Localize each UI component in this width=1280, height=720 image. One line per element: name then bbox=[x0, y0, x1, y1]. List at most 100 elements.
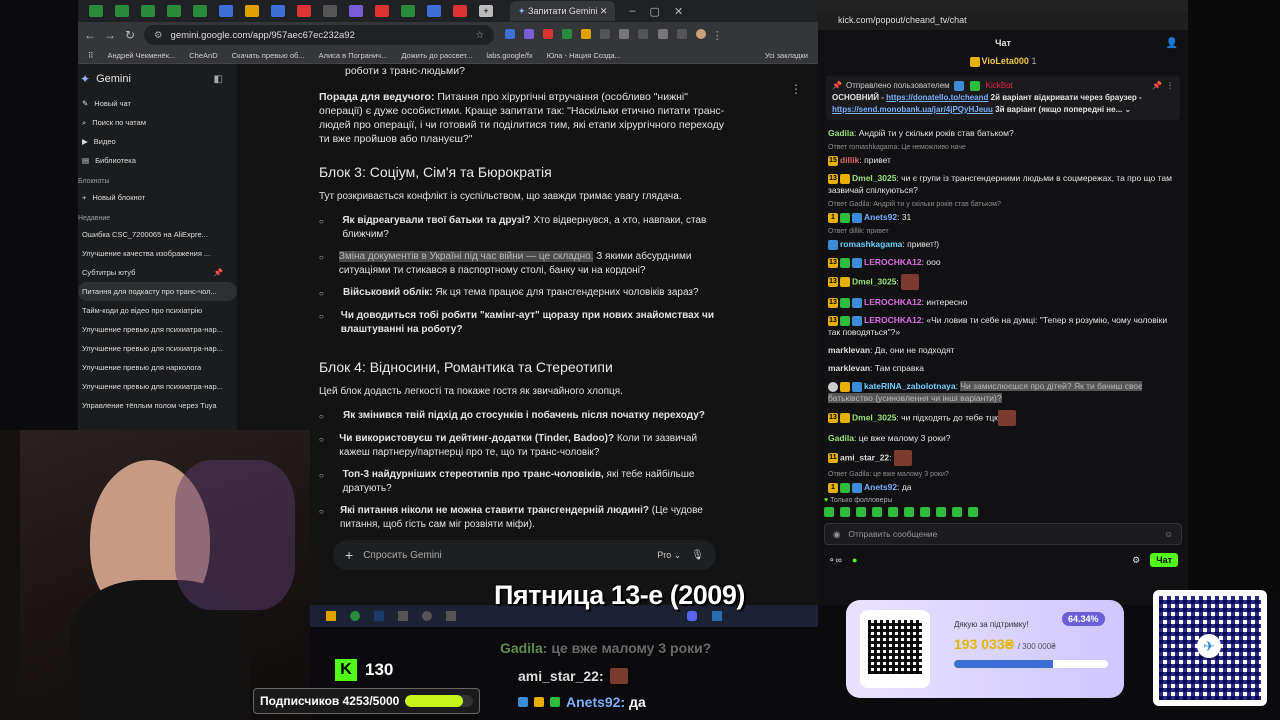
kick-icon[interactable]: ● bbox=[852, 555, 857, 565]
extension-icon[interactable] bbox=[638, 28, 649, 39]
expand-icon[interactable]: ⌄ bbox=[1125, 105, 1132, 114]
chat-username[interactable]: kateRINA_zabolotnaya bbox=[864, 381, 956, 391]
bookmark-star-icon[interactable]: ☆ bbox=[475, 30, 484, 41]
more-options-icon[interactable]: ⋮ bbox=[790, 82, 802, 96]
chat-username[interactable]: Dmel_3025 bbox=[852, 276, 896, 286]
monobank-link[interactable]: https://send.monobank.ua/jar/4jPQyHJeuu bbox=[832, 105, 993, 114]
extension-icon[interactable] bbox=[619, 28, 630, 39]
tab-icon[interactable] bbox=[297, 5, 311, 17]
apps-icon[interactable]: ⠿ bbox=[88, 51, 94, 60]
unpin-icon[interactable]: 📌 bbox=[1152, 80, 1162, 92]
extension-icon[interactable] bbox=[505, 28, 515, 39]
tab-icon[interactable] bbox=[245, 5, 259, 17]
tab-active[interactable]: ✦ Запитати Gemini ✕ bbox=[510, 1, 616, 21]
back-icon[interactable]: ← bbox=[84, 28, 96, 42]
recent-chat-item[interactable]: Улучшение качества изображения ... bbox=[78, 244, 237, 263]
app-icon[interactable] bbox=[446, 611, 456, 621]
recent-chat-item-active[interactable]: Питання для подкасту про транс-чол... bbox=[78, 282, 237, 301]
tab-icon[interactable] bbox=[193, 5, 207, 17]
chat-username[interactable]: Anets92 bbox=[864, 482, 897, 492]
tab-icon[interactable] bbox=[89, 5, 103, 17]
microphone-icon[interactable]: 🎙 bbox=[691, 550, 704, 561]
bookmark-item[interactable]: Юла - Нация Созда... bbox=[547, 51, 621, 60]
extension-icon[interactable] bbox=[562, 28, 573, 39]
avatar[interactable] bbox=[695, 28, 706, 39]
extension-icon[interactable] bbox=[524, 28, 535, 39]
tab-icon[interactable] bbox=[219, 5, 233, 17]
recent-chat-item[interactable]: Управление тёплым полом через Tuya bbox=[78, 396, 237, 415]
bookmark-item[interactable]: Дожить до рассвет... bbox=[401, 51, 472, 60]
recent-chat-item[interactable]: Улучшение превью для нарколога bbox=[78, 358, 237, 377]
reload-icon[interactable]: ↻ bbox=[124, 28, 136, 42]
photoshop-icon[interactable] bbox=[374, 611, 384, 621]
emote-icon[interactable] bbox=[920, 507, 930, 517]
reply-preview[interactable]: Ответ dillik: привет bbox=[818, 226, 1188, 235]
explorer-icon[interactable] bbox=[326, 611, 336, 621]
bookmark-item[interactable]: labs.google/fx bbox=[486, 51, 532, 60]
puzzle-icon[interactable] bbox=[657, 28, 668, 39]
menu-icon[interactable]: ⋮ bbox=[712, 30, 723, 42]
search-chats-button[interactable]: ⌕ Поиск по чатам bbox=[78, 113, 237, 132]
emote-icon[interactable] bbox=[888, 507, 898, 517]
chat-username[interactable]: LEROCHKA12 bbox=[864, 297, 922, 307]
library-button[interactable]: ▤ Библиотека bbox=[78, 151, 237, 170]
recent-chat-item[interactable]: Улучшение превью для психиатра-нар... bbox=[78, 339, 237, 358]
extension-icon[interactable] bbox=[543, 28, 554, 39]
chat-username[interactable]: ami_star_22 bbox=[840, 452, 889, 462]
maximize-icon[interactable]: ▢ bbox=[650, 5, 660, 18]
tab-icon[interactable] bbox=[427, 5, 441, 17]
video-button[interactable]: ▶ Видео bbox=[78, 132, 237, 151]
chat-username[interactable]: LEROCHKA12 bbox=[864, 257, 922, 267]
chat-username[interactable]: Dmel_3025 bbox=[852, 412, 896, 422]
chat-username[interactable]: Dmel_3025 bbox=[852, 173, 896, 183]
prompt-input[interactable]: + Спросить Gemini Pro ⌄ 🎙 bbox=[333, 540, 716, 570]
bookmark-item[interactable]: Андрей Чекменёк... bbox=[108, 51, 176, 60]
obs-icon[interactable] bbox=[422, 611, 432, 621]
new-notebook-button[interactable]: + Новый блокнот bbox=[78, 188, 237, 207]
chat-username[interactable]: Anets92 bbox=[864, 212, 897, 222]
chrome-icon[interactable] bbox=[350, 611, 360, 621]
emote-icon[interactable] bbox=[824, 507, 834, 517]
emote-icon[interactable] bbox=[968, 507, 978, 517]
emoji-icon[interactable]: ☺ bbox=[1164, 529, 1173, 539]
settings-icon[interactable]: ⚙ bbox=[1132, 555, 1140, 566]
points-icon[interactable]: ⚬∞ bbox=[828, 555, 842, 566]
chat-username[interactable]: romashkagama bbox=[840, 239, 902, 249]
reply-preview[interactable]: Ответ Gadila: це вже малому 3 роки? bbox=[818, 469, 1188, 478]
send-button[interactable]: Чат bbox=[1150, 553, 1178, 567]
model-selector[interactable]: Pro ⌄ bbox=[657, 550, 681, 561]
tab-icon[interactable] bbox=[141, 5, 155, 17]
forward-icon[interactable]: → bbox=[104, 28, 116, 42]
tab-icon[interactable] bbox=[271, 5, 285, 17]
chat-username[interactable]: Gadila bbox=[828, 433, 854, 443]
collapse-sidebar-icon[interactable]: ◧ bbox=[214, 74, 223, 85]
chat-input[interactable]: ◉ Отправить сообщение ☺ bbox=[824, 523, 1182, 545]
add-attachment-icon[interactable]: + bbox=[345, 547, 353, 563]
emote-icon[interactable] bbox=[904, 507, 914, 517]
tab-icon[interactable] bbox=[401, 5, 415, 17]
chat-username[interactable]: marklevan bbox=[828, 345, 870, 355]
minimize-icon[interactable]: – bbox=[629, 5, 635, 17]
recent-chat-item[interactable]: Ошибка CSC_7200065 на AliExpre... bbox=[78, 225, 237, 244]
sidebar-icon[interactable] bbox=[676, 28, 687, 39]
top-user[interactable]: VioLeta000 bbox=[982, 56, 1029, 66]
recent-chat-item[interactable]: Улучшение превью для психиатра-нар... bbox=[78, 320, 237, 339]
recent-chat-item[interactable]: Субтитры ютуб 📌 bbox=[78, 263, 237, 282]
emote-icon[interactable] bbox=[952, 507, 962, 517]
bookmark-item[interactable]: Скачать превью об... bbox=[232, 51, 305, 60]
recent-chat-item[interactable]: Улучшение превью для психиатра-нар... bbox=[78, 377, 237, 396]
reply-preview[interactable]: Ответ Gadila: Андрій ти у скільки років … bbox=[818, 199, 1188, 208]
app-icon[interactable] bbox=[398, 611, 408, 621]
emote-icon[interactable] bbox=[872, 507, 882, 517]
chat-username[interactable]: marklevan bbox=[828, 363, 870, 373]
site-info-icon[interactable]: ⚙ bbox=[154, 30, 163, 41]
url-field[interactable]: ⚙ gemini.google.com/app/957aec67ec232a92… bbox=[144, 25, 494, 45]
chat-username[interactable]: LEROCHKA12 bbox=[864, 315, 922, 325]
all-bookmarks[interactable]: Усі закладки bbox=[765, 51, 808, 60]
donate-link[interactable]: https://donatello.to/cheand bbox=[886, 93, 988, 102]
tab-icon[interactable] bbox=[349, 5, 363, 17]
tab-icon[interactable] bbox=[323, 5, 337, 17]
recent-chat-item[interactable]: Тайм-коди до відео про психіатрію bbox=[78, 301, 237, 320]
bookmark-item[interactable]: Алиса в Погранич... bbox=[319, 51, 388, 60]
new-chat-button[interactable]: ✎ Новый чат bbox=[78, 94, 237, 113]
